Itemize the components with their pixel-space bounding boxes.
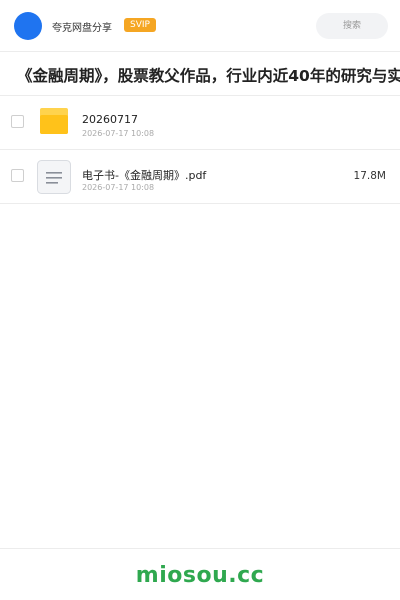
document-icon <box>37 160 71 194</box>
folder-icon <box>40 108 68 134</box>
file-row-document[interactable]: 电子书-《金融周期》.pdf 2026-07-17 10:08 17.8M <box>0 150 400 204</box>
site-watermark: miosou.cc <box>135 563 265 588</box>
avatar[interactable] <box>14 12 42 40</box>
svip-badge: SVIP <box>124 18 156 32</box>
brand-name: 夸克网盘分享 <box>52 23 112 34</box>
file-date: 2026-07-17 10:08 <box>82 129 155 138</box>
select-checkbox[interactable] <box>11 169 24 182</box>
share-title-bar: 《金融周期》，股票教父作品，行业内近40年的研究与实践 <box>0 52 400 96</box>
share-title: 《金融周期》，股票教父作品，行业内近40年的研究与实践 <box>17 67 400 85</box>
file-name[interactable]: 电子书-《金融周期》.pdf <box>82 167 206 183</box>
search-input[interactable] <box>316 13 388 39</box>
file-row-folder[interactable]: 20260717 2026-07-17 10:08 <box>0 96 400 150</box>
file-name[interactable]: 20260717 <box>82 113 138 126</box>
select-checkbox[interactable] <box>11 115 24 128</box>
share-page: 夸克网盘分享 SVIP 《金融周期》，股票教父作品，行业内近40年的研究与实践 … <box>0 0 400 600</box>
file-size: 17.8M <box>353 170 386 182</box>
file-date: 2026-07-17 10:08 <box>82 183 155 192</box>
header: 夸克网盘分享 SVIP <box>0 0 400 52</box>
footer: miosou.cc <box>0 548 400 600</box>
